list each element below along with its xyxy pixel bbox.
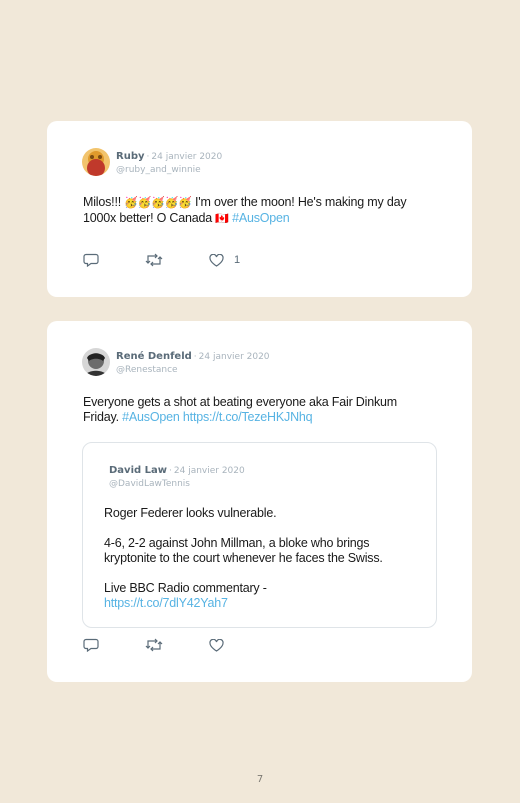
hashtag-link[interactable]: #AusOpen (122, 410, 180, 424)
tweet-date[interactable]: 24 janvier 2020 (151, 152, 222, 162)
quoted-paragraph: Roger Federer looks vulnerable. (104, 506, 277, 520)
quoted-text-line: Live BBC Radio commentary - (104, 581, 267, 595)
quoted-author-handle[interactable]: @DavidLawTennis (109, 478, 245, 491)
avatar[interactable] (82, 148, 110, 176)
avatar[interactable] (82, 348, 110, 376)
like-count: 1 (234, 254, 241, 266)
tweet-text-part: Milos!!! (83, 195, 125, 209)
page-number: 7 (256, 774, 264, 785)
tweet-card: René Denfeld · 24 janvier 2020 @Renestance… (47, 321, 472, 682)
quoted-paragraph: 4-6, 2-2 against John Millman, a bloke w… (104, 536, 424, 566)
tweet-text-part: Everyone gets a shot at beating everyone… (83, 395, 397, 409)
heart-icon (209, 253, 224, 267)
tweet-text-part: 1000x better! O Canada (83, 211, 216, 225)
quoted-tweet-header: David Law · 24 janvier 2020 @DavidLawTenni… (109, 462, 245, 491)
quoted-url-link[interactable]: https://t.co/7dlY42Yah7 (104, 596, 228, 610)
quoted-author-name[interactable]: David Law (109, 465, 167, 476)
tweet-text-part: Friday. (83, 410, 123, 424)
tweet-text: Milos!!! 🥳🥳🥳🥳🥳 I'm over the moon! He's m… (83, 195, 453, 227)
retweet-icon (145, 253, 163, 267)
like-button[interactable]: 1 (209, 253, 241, 267)
reply-button[interactable] (83, 638, 99, 652)
tweet-url-link[interactable]: https://t.co/TezeHKJNhq (180, 410, 313, 424)
tweet-date[interactable]: 24 janvier 2020 (199, 352, 270, 362)
quoted-text-line: kryptonite to the court whenever he face… (104, 551, 383, 565)
separator-dot: · (169, 466, 172, 476)
party-emoji: 🥳🥳🥳🥳🥳 (124, 197, 192, 209)
quoted-tweet-text: Roger Federer looks vulnerable. 4-6, 2-2… (104, 506, 424, 626)
tweet-card: Ruby · 24 janvier 2020 @ruby_and_winnie Mi… (47, 121, 472, 297)
tweet-header: Ruby · 24 janvier 2020 @ruby_and_winnie (82, 148, 222, 177)
author-handle[interactable]: @ruby_and_winnie (116, 164, 222, 177)
author-name[interactable]: Ruby (116, 151, 145, 162)
tweet-actions: 1 (83, 253, 240, 267)
like-button[interactable] (209, 638, 224, 652)
tweet-text-part: I'm over the moon! He's making my day (191, 195, 407, 209)
author-name[interactable]: René Denfeld (116, 351, 192, 362)
reply-icon (83, 638, 99, 652)
tweet-header: René Denfeld · 24 janvier 2020 @Renestance (82, 348, 270, 377)
hashtag-link[interactable]: #AusOpen (229, 211, 290, 225)
quoted-tweet[interactable]: David Law · 24 janvier 2020 @DavidLawTenni… (82, 442, 437, 628)
retweet-icon (145, 638, 163, 652)
author-handle[interactable]: @Renestance (116, 364, 270, 377)
separator-dot: · (193, 352, 197, 362)
quoted-paragraph: Live BBC Radio commentary - https://t.co… (104, 581, 424, 611)
reply-icon (83, 253, 99, 267)
tweet-text: Everyone gets a shot at beating everyone… (83, 395, 453, 425)
retweet-button[interactable] (145, 253, 163, 267)
quoted-text-line: 4-6, 2-2 against John Millman, a bloke w… (104, 536, 370, 550)
heart-icon (209, 638, 224, 652)
retweet-button[interactable] (145, 638, 163, 652)
canada-flag-emoji: 🇨🇦 (215, 213, 229, 225)
tweet-actions (83, 638, 224, 652)
separator-dot: · (146, 152, 150, 162)
reply-button[interactable] (83, 253, 99, 267)
quoted-tweet-date[interactable]: 24 janvier 2020 (174, 466, 245, 476)
